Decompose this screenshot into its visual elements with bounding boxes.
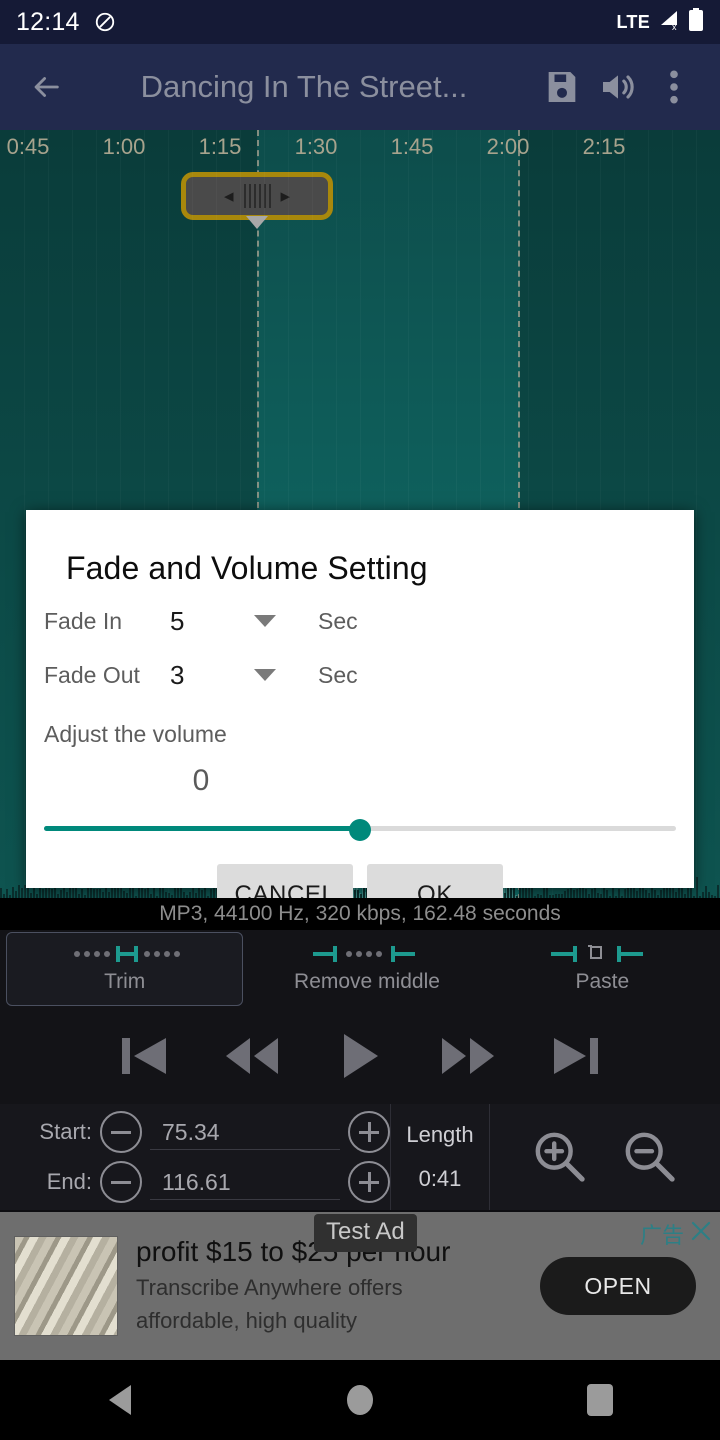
- edit-mode-trim-label: Trim: [104, 970, 146, 993]
- close-icon[interactable]: [690, 1220, 712, 1248]
- zoom-in-icon[interactable]: [533, 1130, 587, 1184]
- fade-out-unit: Sec: [318, 661, 358, 688]
- zoom-controls: [490, 1130, 720, 1184]
- edit-mode-bar: Trim Remove middle Paste: [0, 930, 720, 1008]
- edit-mode-trim[interactable]: Trim: [6, 932, 244, 1006]
- volume-value: 0: [192, 764, 210, 797]
- length-display: Length 0:41: [390, 1104, 490, 1210]
- ad-flag-label: 广告: [639, 1223, 684, 1248]
- edit-mode-remove-middle[interactable]: Remove middle: [249, 930, 484, 1008]
- remove-middle-icon: [307, 944, 427, 964]
- test-ad-badge: Test Ad: [314, 1214, 417, 1252]
- volume-section-label: Adjust the volume: [44, 721, 227, 747]
- selection-fields: Start: 75.34 End: 116.61: [0, 1107, 390, 1207]
- ad-open-button[interactable]: OPEN: [540, 1257, 696, 1315]
- paste-icon: [547, 944, 657, 964]
- edit-mode-paste[interactable]: Paste: [485, 930, 720, 1008]
- start-plus-button[interactable]: [348, 1111, 390, 1153]
- skip-to-start-icon[interactable]: [113, 1029, 175, 1083]
- transport-controls: [0, 1008, 720, 1104]
- ad-body-line1: Transcribe Anywhere offers: [136, 1274, 403, 1300]
- fade-in-row: Fade In 5 Sec: [26, 601, 694, 641]
- nav-recents-icon[interactable]: [480, 1384, 720, 1416]
- fast-forward-icon[interactable]: [437, 1029, 499, 1083]
- fade-in-label: Fade In: [44, 607, 122, 634]
- start-minus-button[interactable]: [100, 1111, 142, 1153]
- fade-out-row: Fade Out 3 Sec: [26, 655, 694, 695]
- length-value: 0:41: [418, 1166, 462, 1191]
- slider-thumb[interactable]: [349, 819, 371, 841]
- app-root: 12:14 LTE x Dancing In The Street... 0:4…: [0, 0, 720, 1440]
- start-value[interactable]: 75.34: [150, 1114, 340, 1150]
- play-icon[interactable]: [329, 1029, 391, 1083]
- start-row: Start: 75.34: [22, 1107, 390, 1157]
- volume-slider[interactable]: [44, 819, 676, 841]
- chevron-down-icon[interactable]: [254, 669, 276, 681]
- rewind-icon[interactable]: [221, 1029, 283, 1083]
- money-image: [14, 1236, 118, 1336]
- ad-flag: 广告: [640, 1218, 712, 1250]
- chevron-down-icon[interactable]: [254, 615, 276, 627]
- fade-out-value[interactable]: 3: [170, 660, 254, 691]
- fade-out-label: Fade Out: [44, 661, 140, 688]
- end-minus-button[interactable]: [100, 1161, 142, 1203]
- ad-body-line2: affordable, high quality: [136, 1308, 357, 1334]
- fade-volume-dialog: Fade and Volume Setting Fade In 5 Sec Fa…: [26, 510, 694, 926]
- start-label: Start:: [39, 1119, 92, 1144]
- end-value[interactable]: 116.61: [150, 1164, 340, 1200]
- fade-in-unit: Sec: [318, 607, 358, 634]
- zoom-out-icon[interactable]: [623, 1130, 677, 1184]
- fade-in-value[interactable]: 5: [170, 606, 254, 637]
- file-info-text: MP3, 44100 Hz, 320 kbps, 162.48 seconds: [0, 898, 720, 930]
- nav-home-icon[interactable]: [240, 1385, 480, 1415]
- nav-back-icon[interactable]: [0, 1385, 240, 1415]
- system-nav-bar: [0, 1360, 720, 1440]
- edit-mode-remove-middle-label: Remove middle: [294, 970, 440, 993]
- trim-icon: [65, 944, 185, 964]
- end-row: End: 116.61: [22, 1157, 390, 1207]
- edit-mode-paste-label: Paste: [575, 970, 630, 993]
- end-plus-button[interactable]: [348, 1161, 390, 1203]
- skip-to-end-icon[interactable]: [545, 1029, 607, 1083]
- length-label: Length: [406, 1122, 474, 1147]
- end-label: End:: [46, 1169, 92, 1194]
- selection-panel: Start: 75.34 End: 116.61 Length 0:41: [0, 1104, 720, 1210]
- dialog-title: Fade and Volume Setting: [66, 550, 428, 586]
- slider-fill: [44, 826, 360, 831]
